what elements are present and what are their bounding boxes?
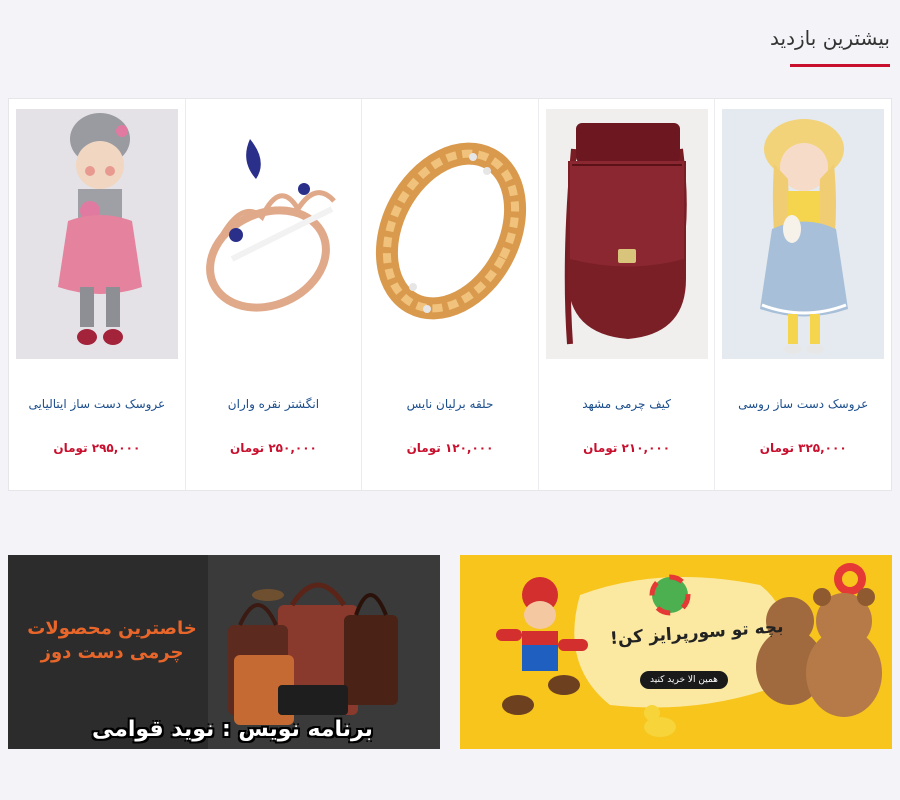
leather-banner[interactable]: خاصترین محصولات چرمی دست دوز برنامه نویس… <box>8 555 440 749</box>
leather-headline: خاصترین محصولات چرمی دست دوز <box>22 617 202 666</box>
leather-headline-line2: چرمی دست دوز <box>40 642 184 664</box>
product-card[interactable]: عروسک دست ساز روسی ۳۲۵,۰۰۰ تومان <box>714 99 891 490</box>
product-card[interactable]: حلقه برلیان نایس ۱۲۰,۰۰۰ تومان <box>361 99 538 490</box>
product-card[interactable]: عروسک دست ساز ایتالیایی ۲۹۵,۰۰۰ تومان <box>9 99 185 490</box>
product-card[interactable]: انگشتر نقره واران ۲۵۰,۰۰۰ تومان <box>184 99 362 490</box>
product-price: ۳۲۵,۰۰۰ تومان <box>759 441 847 455</box>
product-name[interactable]: انگشتر نقره واران <box>228 397 319 415</box>
product-price: ۲۱۰,۰۰۰ تومان <box>583 441 671 455</box>
product-name[interactable]: حلقه برلیان نایس <box>407 397 494 415</box>
developer-credit: برنامه نویس : نوید قوامی <box>92 717 373 742</box>
product-name[interactable]: عروسک دست ساز ایتالیایی <box>28 397 165 415</box>
crown-ring-image[interactable] <box>192 109 355 359</box>
product-card[interactable]: کیف چرمی مشهد ۲۱۰,۰۰۰ تومان <box>537 99 715 490</box>
leather-bag-image[interactable] <box>545 109 708 359</box>
product-name[interactable]: عروسک دست ساز روسی <box>738 397 868 415</box>
section-title: بیشترین بازدید <box>770 26 890 50</box>
title-underline <box>790 64 890 67</box>
page: بیشترین بازدید عروسک دست ساز روسی ۳۲۵,۰۰… <box>0 0 900 800</box>
russian-doll-image[interactable] <box>722 109 885 359</box>
italian-doll-image[interactable] <box>15 109 178 359</box>
product-price: ۲۵۰,۰۰۰ تومان <box>229 441 317 455</box>
product-name[interactable]: کیف چرمی مشهد <box>582 397 671 415</box>
product-price: ۱۲۰,۰۰۰ تومان <box>406 441 494 455</box>
toys-banner[interactable]: بچه تو سورپرایز کن! همین الا خرید کنید <box>460 555 892 749</box>
gold-ring-image[interactable] <box>369 109 532 359</box>
products-row: عروسک دست ساز روسی ۳۲۵,۰۰۰ تومان کیف چرم… <box>8 98 892 491</box>
product-price: ۲۹۵,۰۰۰ تومان <box>53 441 141 455</box>
toys-cta-button[interactable]: همین الا خرید کنید <box>640 671 728 689</box>
leather-headline-line1: خاصترین محصولات <box>27 618 197 639</box>
